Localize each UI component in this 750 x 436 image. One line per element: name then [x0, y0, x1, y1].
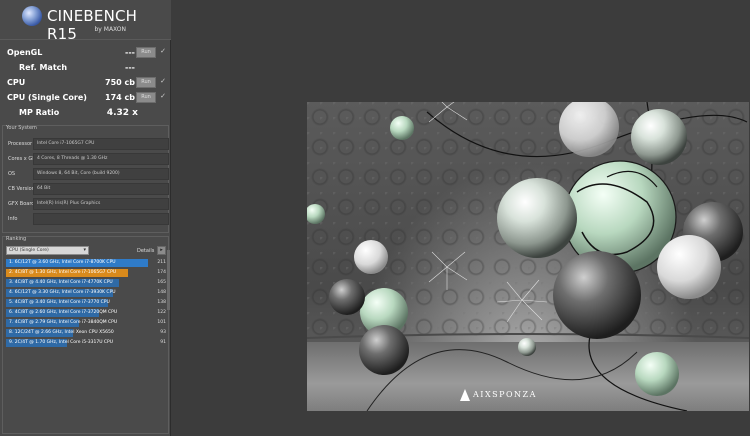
ranking-row-score: 211 [157, 260, 166, 265]
ranking-row-score: 122 [157, 310, 166, 315]
opengl-run-button[interactable]: Run [136, 47, 156, 58]
system-row-key: GFX Board [8, 201, 35, 207]
ranking-row-label: 3. 4C/8T @ 4.40 GHz, Intel Core i7-4770K… [9, 280, 113, 285]
chevron-down-icon: ▾ [83, 247, 86, 253]
ranking-row-label: 6. 4C/8T @ 2.60 GHz, Intel Core i7-3720Q… [9, 310, 118, 315]
your-system-section: Your System Processor Intel Core i7-1065… [2, 125, 169, 233]
mp-ratio-value: 4.32 x [106, 108, 138, 118]
system-row-value: Intel(R) Iris(R) Plus Graphics [33, 198, 169, 210]
system-row-value: 64 Bit [33, 183, 169, 195]
render-viewport: AIXSPONZA [307, 102, 749, 411]
details-label: Details [137, 248, 155, 254]
cpu-single-run-button[interactable]: Run [136, 92, 156, 103]
ref-match-value: --- [125, 63, 135, 72]
cpu-run-button[interactable]: Run [136, 77, 156, 88]
ref-match-label: Ref. Match [19, 63, 68, 72]
cpu-value: 750 cb [105, 78, 135, 87]
details-toggle-button[interactable]: ▸ [157, 246, 166, 255]
ranking-row[interactable]: 7. 4C/8T @ 2.79 GHz, Intel Core i7-3840Q… [6, 319, 166, 327]
info-field[interactable] [33, 213, 169, 225]
ranking-row[interactable]: 6. 4C/8T @ 2.60 GHz, Intel Core i7-3720Q… [6, 309, 166, 317]
system-row: CB Version 64 Bit [5, 183, 169, 195]
cpu-row: CPU 750 cb Run ✓ [3, 76, 168, 90]
sidebar-panel: CINEBENCH R15 by MAXON OpenGL --- Run ✓ … [0, 0, 171, 436]
app-subtitle: by MAXON [94, 26, 127, 33]
ranking-row-score: 91 [160, 340, 166, 345]
ranking-row-label: 7. 4C/8T @ 2.79 GHz, Intel Core i7-3840Q… [9, 320, 118, 325]
system-row-key: Processor [8, 141, 33, 147]
system-row: OS Windows 8, 64 Bit, Core (build 9200) [5, 168, 169, 180]
opengl-value: --- [125, 48, 135, 57]
ranking-row[interactable]: 8. 12C/24T @ 2.66 GHz, Intel Xeon CPU X5… [6, 329, 166, 337]
ranking-row[interactable]: 3. 4C/8T @ 4.40 GHz, Intel Core i7-4770K… [6, 279, 166, 287]
ranking-row[interactable]: 5. 4C/8T @ 3.40 GHz, Intel Core i7-3770 … [6, 299, 166, 307]
ranking-row-label: 8. 12C/24T @ 2.66 GHz, Intel Xeon CPU X5… [9, 330, 114, 335]
system-row-key: Info [8, 216, 18, 222]
ranking-row[interactable]: 9. 2C/4T @ 1.70 GHz, Intel Core i5-3317U… [6, 339, 166, 347]
cpu-label: CPU [7, 78, 26, 87]
cpu-single-check-icon[interactable]: ✓ [160, 92, 166, 100]
cinebench-logo-icon [22, 6, 42, 26]
opengl-label: OpenGL [7, 48, 43, 57]
ranking-row[interactable]: 4. 6C/12T @ 3.30 GHz, Intel Core i7-3930… [6, 289, 166, 297]
ranking-row-label: 4. 6C/12T @ 3.30 GHz, Intel Core i7-3930… [9, 290, 116, 295]
system-row: Processor Intel Core i7-1065G7 CPU [5, 138, 169, 150]
cpu-single-label: CPU (Single Core) [7, 93, 87, 102]
opengl-row: OpenGL --- Run ✓ [3, 46, 168, 60]
system-row-value: Windows 8, 64 Bit, Core (build 9200) [33, 168, 169, 180]
system-row-key: CB Version [8, 186, 35, 192]
system-row-info: Info [5, 213, 169, 225]
system-row-value: 4 Cores, 8 Threads @ 1.30 GHz [33, 153, 169, 165]
ranking-mode-value: CPU (Single Core) [9, 248, 49, 253]
score-panel: OpenGL --- Run ✓ Ref. Match --- CPU 750 … [3, 43, 168, 121]
app-title: CINEBENCH R15 [47, 7, 138, 43]
ranking-section: Ranking CPU (Single Core) ▾ Details ▸ 1.… [2, 236, 169, 434]
system-row: GFX Board Intel(R) Iris(R) Plus Graphics [5, 198, 169, 210]
ranking-row[interactable]: 1. 6C/12T @ 3.60 GHz, Intel Core i7-8700… [6, 259, 166, 267]
system-row-value: Intel Core i7-1065G7 CPU [33, 138, 169, 150]
mp-ratio-row: MP Ratio 4.32 x [3, 106, 168, 120]
ranking-mode-dropdown[interactable]: CPU (Single Core) ▾ [6, 246, 89, 255]
app-header: CINEBENCH R15 by MAXON [0, 0, 171, 43]
ranking-row-score: 165 [157, 280, 166, 285]
ranking-title: Ranking [6, 236, 27, 242]
system-row-key: OS [8, 171, 16, 177]
ranking-row-score: 138 [157, 300, 166, 305]
render-scene [307, 102, 749, 411]
ranking-row-label: 2. 4C/8T @ 1.30 GHz, Intel Core i7-1065G… [9, 270, 117, 275]
ranking-row-score: 148 [157, 290, 166, 295]
ranking-scrollbar[interactable] [167, 250, 170, 310]
cpu-single-value: 174 cb [105, 93, 135, 102]
ranking-row-score: 101 [157, 320, 166, 325]
ranking-row-label: 5. 4C/8T @ 3.40 GHz, Intel Core i7-3770 … [9, 300, 110, 305]
cpu-single-row: CPU (Single Core) 174 cb Run ✓ [3, 91, 168, 105]
mp-ratio-label: MP Ratio [19, 108, 60, 117]
ranking-row-label: 1. 6C/12T @ 3.60 GHz, Intel Core i7-8700… [9, 260, 116, 265]
ranking-row-label: 9. 2C/4T @ 1.70 GHz, Intel Core i5-3317U… [9, 340, 114, 345]
aixsponza-logo-icon [460, 389, 470, 401]
cpu-check-icon[interactable]: ✓ [160, 77, 166, 85]
ranking-row-score: 93 [160, 330, 166, 335]
render-watermark: AIXSPONZA [473, 390, 537, 399]
opengl-check-icon[interactable]: ✓ [160, 47, 166, 55]
system-row: Cores x GHz 4 Cores, 8 Threads @ 1.30 GH… [5, 153, 169, 165]
ranking-row[interactable]: 2. 4C/8T @ 1.30 GHz, Intel Core i7-1065G… [6, 269, 166, 277]
ref-match-row: Ref. Match --- [3, 61, 168, 75]
ranking-row-score: 174 [157, 270, 166, 275]
your-system-title: Your System [6, 125, 37, 131]
